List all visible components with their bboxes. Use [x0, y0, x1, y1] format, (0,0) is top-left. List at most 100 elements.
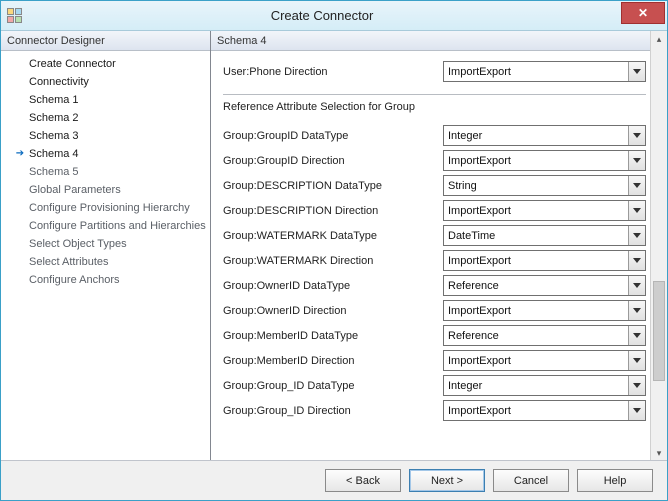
- nav-item-label: Select Object Types: [27, 238, 127, 250]
- field-label: Group:GroupID DataType: [223, 130, 443, 142]
- left-panel: Connector Designer Create Connector Conne…: [1, 31, 211, 461]
- nav-item-label: Global Parameters: [27, 184, 121, 196]
- chevron-down-icon: [628, 326, 645, 345]
- nav-item[interactable]: ➔Schema 4: [1, 145, 210, 163]
- field-label: Group:OwnerID Direction: [223, 305, 443, 317]
- nav-item-label: Schema 2: [27, 112, 79, 124]
- form-area: User:Phone Direction ImportExport Refere…: [211, 51, 650, 461]
- cancel-button[interactable]: Cancel: [493, 469, 569, 492]
- next-button[interactable]: Next >: [409, 469, 485, 492]
- field-label: User:Phone Direction: [223, 66, 443, 78]
- dropdown-value: ImportExport: [448, 205, 511, 217]
- field-row: Group:DESCRIPTION DataTypeString: [223, 173, 646, 198]
- dropdown[interactable]: Integer: [443, 375, 646, 396]
- field-label: Group:DESCRIPTION Direction: [223, 205, 443, 217]
- scroll-down-icon[interactable]: ▾: [651, 445, 667, 461]
- scroll-thumb[interactable]: [653, 281, 665, 381]
- scroll-up-icon[interactable]: ▴: [651, 31, 667, 47]
- nav-item[interactable]: Schema 5: [1, 163, 210, 181]
- dropdown-value: DateTime: [448, 230, 495, 242]
- app-icon: [7, 8, 23, 24]
- nav-item[interactable]: Connectivity: [1, 73, 210, 91]
- dropdown-value: ImportExport: [448, 405, 511, 417]
- chevron-down-icon: [628, 62, 645, 81]
- nav-item[interactable]: Schema 2: [1, 109, 210, 127]
- field-label: Group:MemberID Direction: [223, 355, 443, 367]
- nav-item[interactable]: Configure Partitions and Hierarchies: [1, 217, 210, 235]
- nav-item[interactable]: Select Object Types: [1, 235, 210, 253]
- field-row: Group:MemberID Direction ImportExport: [223, 348, 646, 373]
- field-label: Group:OwnerID DataType: [223, 280, 443, 292]
- chevron-down-icon: [628, 126, 645, 145]
- dropdown[interactable]: ImportExport: [443, 200, 646, 221]
- dropdown[interactable]: ImportExport: [443, 350, 646, 371]
- dropdown[interactable]: ImportExport: [443, 400, 646, 421]
- dropdown[interactable]: Reference: [443, 325, 646, 346]
- dropdown-value: Integer: [448, 380, 482, 392]
- help-button[interactable]: Help: [577, 469, 653, 492]
- dropdown[interactable]: ImportExport: [443, 300, 646, 321]
- nav-item-label: Schema 5: [27, 166, 79, 178]
- chevron-down-icon: [628, 201, 645, 220]
- field-label: Group:GroupID Direction: [223, 155, 443, 167]
- left-panel-header: Connector Designer: [1, 31, 210, 51]
- nav-item[interactable]: Configure Provisioning Hierarchy: [1, 199, 210, 217]
- vertical-scrollbar[interactable]: ▴ ▾: [650, 31, 667, 461]
- dropdown[interactable]: String: [443, 175, 646, 196]
- nav-item-label: Configure Provisioning Hierarchy: [27, 202, 190, 214]
- back-button[interactable]: < Back: [325, 469, 401, 492]
- nav-item[interactable]: Schema 1: [1, 91, 210, 109]
- field-row: Group:DESCRIPTION Direction ImportExport: [223, 198, 646, 223]
- dropdown-user-phone-direction[interactable]: ImportExport: [443, 61, 646, 82]
- nav-item-label: Schema 1: [27, 94, 79, 106]
- dropdown[interactable]: Reference: [443, 275, 646, 296]
- close-button[interactable]: ✕: [621, 2, 665, 24]
- dropdown-value: Reference: [448, 330, 499, 342]
- field-row: Group:Group_ID Direction ImportExport: [223, 398, 646, 423]
- window-title: Create Connector: [23, 8, 621, 23]
- field-label: Group:Group_ID DataType: [223, 380, 443, 392]
- chevron-down-icon: [628, 276, 645, 295]
- chevron-down-icon: [628, 151, 645, 170]
- nav-item[interactable]: Select Attributes: [1, 253, 210, 271]
- field-label: Group:MemberID DataType: [223, 330, 443, 342]
- field-label: Group:Group_ID Direction: [223, 405, 443, 417]
- close-icon: ✕: [638, 6, 648, 20]
- nav-list: Create Connector Connectivity Schema 1 Sche…: [1, 51, 210, 293]
- nav-item[interactable]: Schema 3: [1, 127, 210, 145]
- nav-item-label: Create Connector: [27, 58, 116, 70]
- field-row: Group:GroupID DataType Integer: [223, 123, 646, 148]
- dropdown-value: ImportExport: [448, 305, 511, 317]
- nav-item[interactable]: Configure Anchors: [1, 271, 210, 289]
- nav-item-label: Configure Anchors: [27, 274, 120, 286]
- field-row: Group:MemberID DataType Reference: [223, 323, 646, 348]
- dropdown-value: ImportExport: [448, 155, 511, 167]
- section-label: Reference Attribute Selection for Group: [223, 101, 646, 113]
- field-row: Group:Group_ID DataType Integer: [223, 373, 646, 398]
- nav-item-label: Select Attributes: [27, 256, 109, 268]
- field-label: Group:WATERMARK Direction: [223, 255, 443, 267]
- titlebar: Create Connector ✕: [1, 1, 667, 31]
- field-row: Group:OwnerID Direction ImportExport: [223, 298, 646, 323]
- field-row: User:Phone Direction ImportExport: [223, 59, 646, 84]
- chevron-down-icon: [628, 176, 645, 195]
- right-panel-header: Schema 4: [211, 31, 650, 51]
- field-label: Group:WATERMARK DataType: [223, 230, 443, 242]
- dropdown-value: String: [448, 180, 477, 192]
- nav-item-label: Connectivity: [27, 76, 89, 88]
- dropdown-value: Integer: [448, 130, 482, 142]
- nav-item[interactable]: Global Parameters: [1, 181, 210, 199]
- field-row: Group:WATERMARK DirectionImportExport: [223, 248, 646, 273]
- right-panel: Schema 4 User:Phone Direction ImportExpo…: [211, 31, 667, 461]
- dropdown[interactable]: ImportExport: [443, 150, 646, 171]
- chevron-down-icon: [628, 251, 645, 270]
- nav-item[interactable]: Create Connector: [1, 55, 210, 73]
- dropdown[interactable]: DateTime: [443, 225, 646, 246]
- nav-item-label: Schema 3: [27, 130, 79, 142]
- dropdown[interactable]: Integer: [443, 125, 646, 146]
- chevron-down-icon: [628, 226, 645, 245]
- field-row: Group:OwnerID DataTypeReference: [223, 273, 646, 298]
- dropdown-value: ImportExport: [448, 355, 511, 367]
- dropdown[interactable]: ImportExport: [443, 250, 646, 271]
- nav-item-label: Configure Partitions and Hierarchies: [27, 220, 206, 232]
